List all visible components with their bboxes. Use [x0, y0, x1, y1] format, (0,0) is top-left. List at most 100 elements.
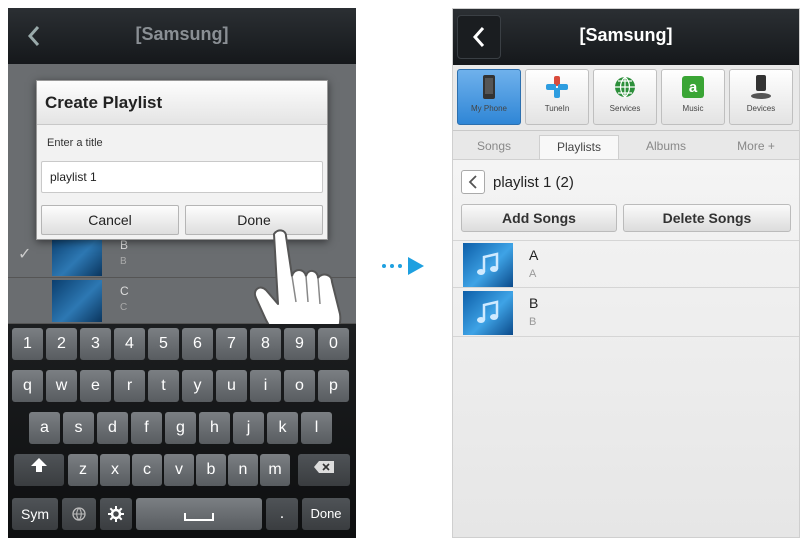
song-subtitle: B — [120, 256, 127, 267]
source-label: My Phone — [470, 104, 508, 113]
cancel-button[interactable]: Cancel — [41, 205, 179, 235]
key-6[interactable]: 6 — [182, 328, 213, 360]
create-playlist-dialog: Create Playlist Enter a title playlist 1… — [36, 80, 328, 240]
tab-playlists[interactable]: Playlists — [539, 135, 619, 159]
song-subtitle: B — [529, 316, 537, 328]
key-h[interactable]: h — [199, 412, 230, 444]
language-key[interactable] — [62, 498, 96, 530]
title-label: Enter a title — [47, 137, 103, 149]
delete-songs-button[interactable]: Delete Songs — [623, 204, 791, 232]
tab-songs[interactable]: Songs — [459, 135, 529, 159]
shift-arrow-icon — [31, 458, 47, 472]
tunein-icon — [546, 76, 568, 98]
key-e[interactable]: e — [80, 370, 111, 402]
key-m[interactable]: m — [260, 454, 290, 486]
source-tunein[interactable]: TuneIn — [525, 69, 589, 125]
page-title: [Samsung] — [579, 25, 673, 45]
key-q[interactable]: q — [12, 370, 43, 402]
shift-key[interactable] — [14, 454, 64, 486]
song-list-item[interactable]: B B — [453, 289, 799, 337]
playlist-title: playlist 1 (2) — [493, 173, 574, 191]
key-b[interactable]: b — [196, 454, 226, 486]
source-label: Music — [682, 104, 704, 113]
playlist-title-input[interactable]: playlist 1 — [41, 161, 323, 193]
key-4[interactable]: 4 — [114, 328, 145, 360]
key-2[interactable]: 2 — [46, 328, 77, 360]
key-r[interactable]: r — [114, 370, 145, 402]
chevron-left-icon — [468, 175, 477, 189]
key-g[interactable]: g — [165, 412, 196, 444]
key-8[interactable]: 8 — [250, 328, 281, 360]
header-bar: [Samsung] — [8, 8, 356, 64]
tab-albums[interactable]: Albums — [629, 135, 703, 159]
tab-more[interactable]: More + — [719, 135, 793, 159]
source-music[interactable]: a Music — [661, 69, 725, 125]
key-f[interactable]: f — [131, 412, 162, 444]
add-songs-button[interactable]: Add Songs — [461, 204, 617, 232]
key-u[interactable]: u — [216, 370, 247, 402]
spacebar-icon — [184, 513, 214, 521]
create-playlist-screen: [Samsung] ✓ B B C C Create Playlist Ente… — [8, 8, 356, 538]
keyboard-number-row: 1234567890 — [8, 328, 356, 362]
period-key[interactable]: . — [266, 498, 298, 530]
key-j[interactable]: j — [233, 412, 264, 444]
backspace-key[interactable] — [298, 454, 350, 486]
key-1[interactable]: 1 — [12, 328, 43, 360]
key-l[interactable]: l — [301, 412, 332, 444]
key-0[interactable]: 0 — [318, 328, 349, 360]
key-d[interactable]: d — [97, 412, 128, 444]
key-s[interactable]: s — [63, 412, 94, 444]
key-z[interactable]: z — [68, 454, 98, 486]
song-title: B — [529, 295, 539, 311]
settings-key[interactable] — [100, 498, 132, 530]
key-w[interactable]: w — [46, 370, 77, 402]
key-k[interactable]: k — [267, 412, 298, 444]
source-label: TuneIn — [544, 104, 570, 113]
amazon-icon: a — [682, 76, 704, 98]
source-services[interactable]: Services — [593, 69, 657, 125]
song-title: C — [120, 284, 129, 298]
key-t[interactable]: t — [148, 370, 179, 402]
key-a[interactable]: a — [29, 412, 60, 444]
keyboard-row-3: zxcvbnm — [8, 454, 356, 488]
song-list-item[interactable]: A A — [453, 240, 799, 288]
music-note-icon — [477, 252, 499, 275]
key-c[interactable]: c — [132, 454, 162, 486]
album-art-thumbnail — [52, 280, 102, 322]
speaker-icon — [751, 75, 771, 99]
key-n[interactable]: n — [228, 454, 258, 486]
key-y[interactable]: y — [182, 370, 213, 402]
gear-icon — [108, 506, 124, 522]
album-art-thumbnail — [463, 243, 513, 287]
source-label: Services — [609, 104, 641, 113]
key-5[interactable]: 5 — [148, 328, 179, 360]
key-p[interactable]: p — [318, 370, 349, 402]
keyboard-done-key[interactable]: Done — [302, 498, 350, 530]
svg-text:a: a — [689, 79, 698, 96]
music-note-icon — [477, 300, 499, 323]
key-v[interactable]: v — [164, 454, 194, 486]
keyboard-row-2: asdfghjkl — [8, 412, 356, 446]
key-x[interactable]: x — [100, 454, 130, 486]
key-o[interactable]: o — [284, 370, 315, 402]
song-subtitle: C — [120, 302, 128, 313]
key-i[interactable]: i — [250, 370, 281, 402]
playlist-detail-screen: [Samsung] My Phone TuneIn Services a Mus… — [452, 8, 800, 538]
playlist-back-button[interactable] — [461, 170, 485, 194]
globe-icon — [72, 507, 86, 521]
album-art-thumbnail — [463, 291, 513, 335]
song-title: A — [529, 247, 539, 263]
key-3[interactable]: 3 — [80, 328, 111, 360]
key-9[interactable]: 9 — [284, 328, 315, 360]
globe-icon — [615, 76, 635, 98]
tab-bar: Songs Playlists Albums More + — [453, 131, 799, 159]
symbol-key[interactable]: Sym — [12, 498, 58, 530]
space-key[interactable] — [136, 498, 262, 530]
page-title: [Samsung] — [135, 24, 229, 44]
source-devices[interactable]: Devices — [729, 69, 793, 125]
key-7[interactable]: 7 — [216, 328, 247, 360]
playlist-content: playlist 1 (2) Add Songs Delete Songs A … — [453, 159, 799, 537]
transition-arrow-icon — [382, 257, 424, 275]
album-art-thumbnail — [52, 234, 102, 276]
source-my-phone[interactable]: My Phone — [457, 69, 521, 125]
